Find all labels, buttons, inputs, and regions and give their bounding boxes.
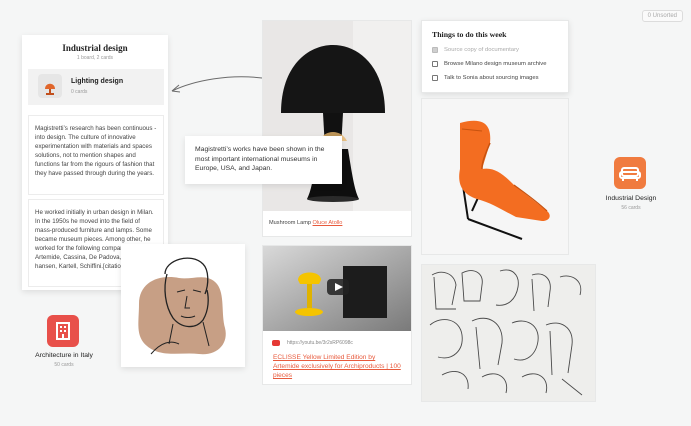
chair-sketch-card[interactable] bbox=[421, 264, 596, 402]
video-thumbnail[interactable] bbox=[263, 246, 411, 331]
chair-sketches-image bbox=[422, 265, 595, 401]
quote-card[interactable]: Magistretti’s works have been shown in t… bbox=[185, 136, 342, 184]
video-title-link[interactable]: ECLISSE Yellow Limited Edition by Artemi… bbox=[273, 353, 403, 380]
checkbox-checked[interactable] bbox=[432, 47, 438, 53]
todo-card[interactable]: Things to do this week Source copy of do… bbox=[421, 20, 569, 93]
board-item-title: Lighting design bbox=[71, 78, 124, 85]
board-item-subtitle: 0 cards bbox=[71, 89, 88, 95]
video-card[interactable]: https://youtu.be/3r2sRP6098c ECLISSE Yel… bbox=[262, 245, 412, 385]
board-title[interactable]: Industrial Design bbox=[590, 195, 672, 202]
lighting-design-board[interactable]: Lighting design 0 cards bbox=[28, 69, 164, 105]
portrait-drawing-image bbox=[121, 244, 245, 367]
video-url[interactable]: https://youtu.be/3r2sRP6098c bbox=[287, 340, 353, 346]
orange-lounge-chair-image bbox=[422, 99, 568, 254]
lamp-caption: Mushroom Lamp Oluce Atollo bbox=[269, 220, 342, 226]
sofa-icon[interactable] bbox=[614, 157, 646, 189]
checkbox[interactable] bbox=[432, 61, 438, 67]
checkbox[interactable] bbox=[432, 75, 438, 81]
todo-item[interactable]: Browse Milano design museum archive bbox=[432, 61, 546, 67]
building-icon[interactable] bbox=[47, 315, 79, 347]
chair-image-card[interactable] bbox=[421, 98, 569, 255]
column-subtitle: 1 board, 2 cards bbox=[76, 55, 114, 61]
caption-link[interactable]: Oluce Atollo bbox=[313, 220, 343, 226]
lamp-image-card[interactable]: Mushroom Lamp Oluce Atollo bbox=[262, 20, 412, 237]
todo-item[interactable]: Talk to Sonia about sourcing images bbox=[432, 75, 539, 81]
todo-label: Talk to Sonia about sourcing images bbox=[444, 75, 539, 81]
youtube-icon bbox=[272, 340, 280, 346]
portrait-sketch-card[interactable] bbox=[121, 244, 245, 367]
todo-item[interactable]: Source copy of documentary bbox=[432, 47, 519, 53]
caption-text: Mushroom Lamp bbox=[269, 220, 311, 226]
todo-title: Things to do this week bbox=[432, 30, 507, 39]
board-subtitle: 50 cards bbox=[54, 362, 74, 368]
todo-label: Browse Milano design museum archive bbox=[444, 61, 547, 67]
column-title: Industrial design bbox=[62, 43, 128, 53]
board-title[interactable]: Architecture in Italy bbox=[24, 352, 104, 359]
note-card[interactable]: Magistretti’s research has been continuo… bbox=[28, 115, 164, 195]
todo-label: Source copy of documentary bbox=[444, 47, 519, 53]
lamp-icon bbox=[38, 74, 62, 98]
board-subtitle: 56 cards bbox=[621, 205, 641, 211]
board-canvas: 0 Unsorted Industrial design 1 board, 2 … bbox=[0, 0, 691, 426]
